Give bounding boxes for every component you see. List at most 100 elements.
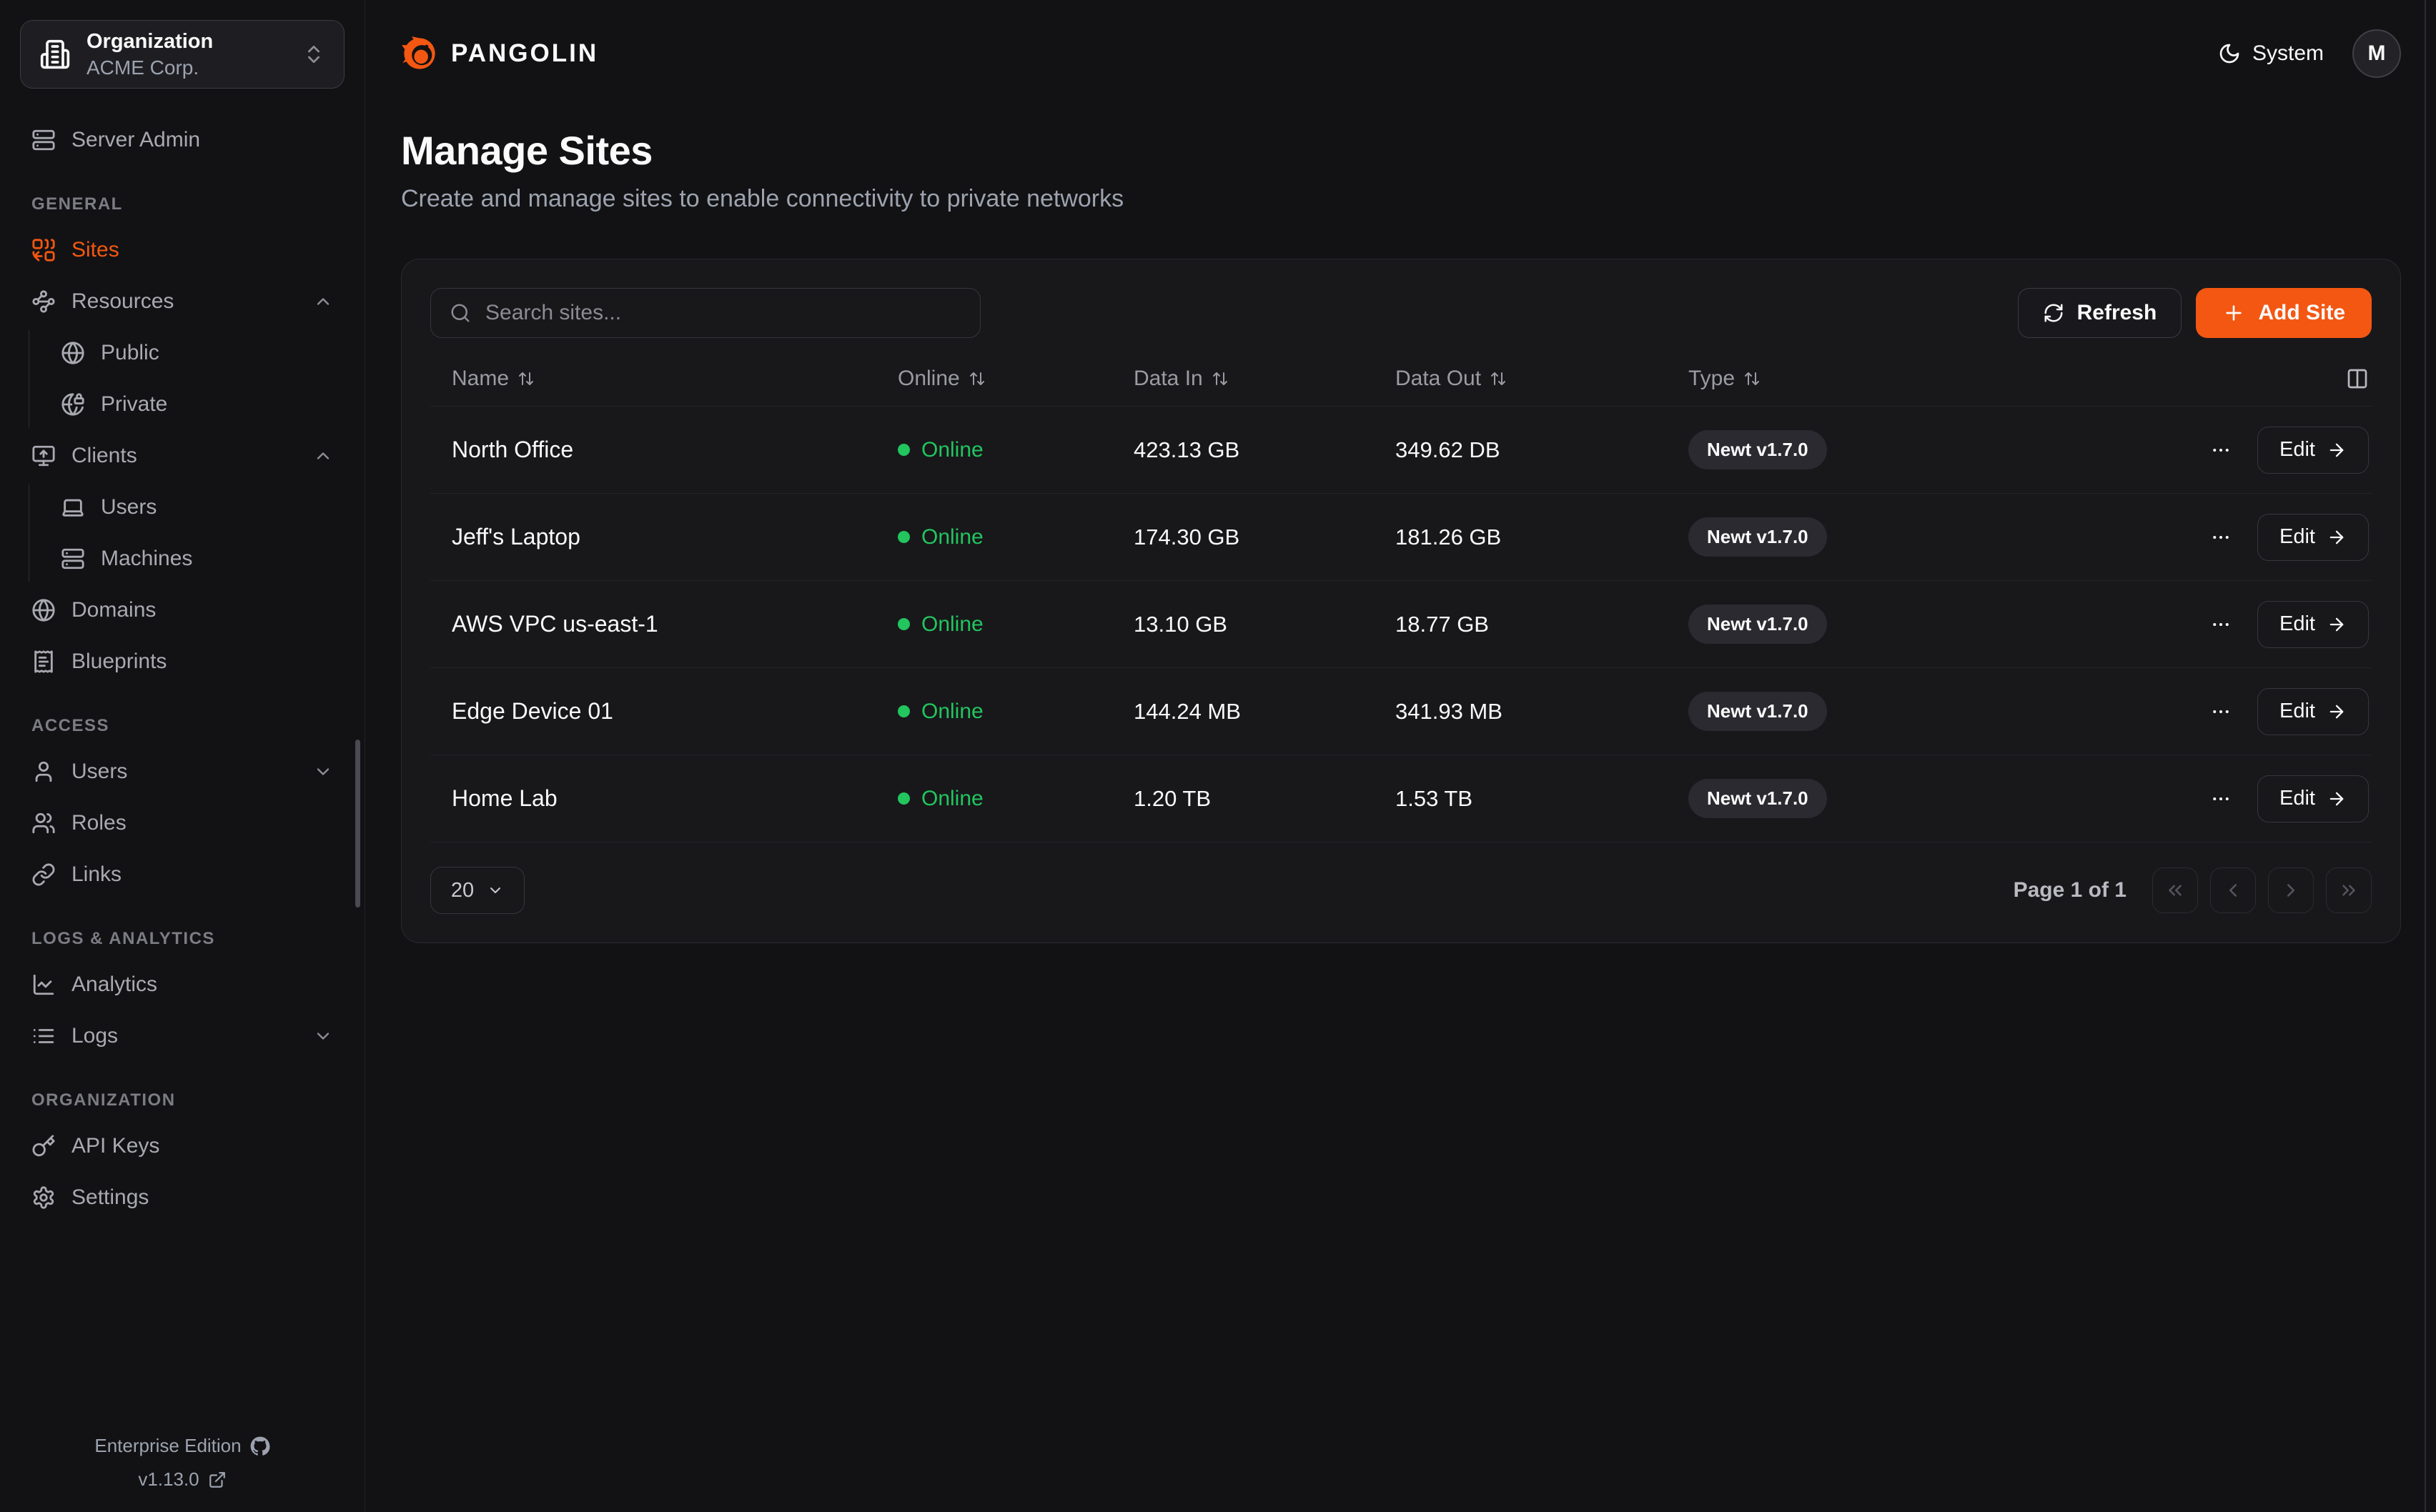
sidebar-item-domains[interactable]: Domains	[20, 587, 345, 633]
row-actions: Edit	[2024, 427, 2372, 474]
sidebar-item-private[interactable]: Private	[61, 382, 345, 427]
topbar: PANGOLIN System M	[401, 0, 2401, 107]
row-menu-button[interactable]	[2203, 607, 2239, 642]
last-page-button[interactable]	[2326, 867, 2372, 913]
plus-icon	[2222, 302, 2245, 324]
card-toolbar: Refresh Add Site	[430, 288, 2372, 338]
column-header-name[interactable]: Name	[430, 367, 876, 391]
arrow-right-icon	[2327, 615, 2347, 635]
section-heading-access: ACCESS	[31, 716, 345, 736]
refresh-button[interactable]: Refresh	[2018, 288, 2182, 338]
sidebar-item-label: Resources	[71, 289, 297, 314]
version-link[interactable]: v1.13.0	[138, 1468, 226, 1491]
org-selector[interactable]: Organization ACME Corp.	[20, 20, 345, 89]
previous-page-button[interactable]	[2210, 867, 2256, 913]
edition-link[interactable]: Enterprise Edition	[94, 1435, 269, 1457]
edit-button[interactable]: Edit	[2257, 688, 2369, 735]
table-row: AWS VPC us-east-1 Online 13.10 GB 18.77 …	[430, 581, 2372, 668]
search-input[interactable]	[485, 301, 961, 325]
sidebar-item-logs[interactable]: Logs	[20, 1013, 345, 1059]
sidebar-item-label: Settings	[71, 1185, 333, 1210]
type-badge: Newt v1.7.0	[1688, 517, 1827, 557]
online-label: Online	[921, 438, 984, 462]
edit-button[interactable]: Edit	[2257, 775, 2369, 822]
sidebar-item-roles[interactable]: Roles	[20, 800, 345, 846]
row-menu-button[interactable]	[2203, 432, 2239, 468]
sidebar-item-server-admin[interactable]: Server Admin	[20, 117, 345, 163]
column-label: Name	[452, 367, 509, 391]
site-type: Newt v1.7.0	[1667, 605, 2024, 644]
column-header-data-in[interactable]: Data In	[1112, 367, 1374, 391]
column-label: Data Out	[1395, 367, 1481, 391]
waypoints-icon	[31, 289, 56, 314]
sidebar-item-api-keys[interactable]: API Keys	[20, 1123, 345, 1169]
sidebar-item-blueprints[interactable]: Blueprints	[20, 639, 345, 685]
column-header-data-out[interactable]: Data Out	[1374, 367, 1667, 391]
site-type: Newt v1.7.0	[1667, 430, 2024, 469]
globe-icon	[61, 341, 85, 365]
sidebar-item-resources[interactable]: Resources	[20, 279, 345, 324]
org-selector-value: ACME Corp.	[86, 55, 287, 80]
sidebar-item-clients[interactable]: Clients	[20, 433, 345, 479]
table-row: Edge Device 01 Online 144.24 MB 341.93 M…	[430, 668, 2372, 755]
chevron-up-icon	[313, 292, 333, 312]
avatar[interactable]: M	[2352, 29, 2401, 78]
site-status: Online	[876, 612, 1112, 637]
list-icon	[31, 1024, 56, 1048]
type-badge: Newt v1.7.0	[1688, 605, 1827, 644]
external-link-icon	[208, 1471, 227, 1489]
sidebar-item-public[interactable]: Public	[61, 330, 345, 376]
next-page-button[interactable]	[2268, 867, 2314, 913]
theme-toggle[interactable]: System	[2218, 41, 2324, 66]
sort-icon	[1212, 370, 1229, 387]
columns-icon[interactable]	[2346, 367, 2369, 390]
arrow-right-icon	[2327, 702, 2347, 722]
sidebar-item-label: Users	[71, 760, 297, 784]
online-dot	[898, 618, 910, 630]
sidebar-item-machines[interactable]: Machines	[61, 536, 345, 582]
moon-icon	[2218, 42, 2241, 65]
first-page-button[interactable]	[2152, 867, 2198, 913]
sidebar-scrollbar[interactable]	[355, 740, 360, 907]
site-status: Online	[876, 787, 1112, 811]
sidebar-item-sites[interactable]: Sites	[20, 227, 345, 273]
edit-button[interactable]: Edit	[2257, 601, 2369, 648]
row-menu-button[interactable]	[2203, 781, 2239, 817]
edit-button[interactable]: Edit	[2257, 514, 2369, 561]
sidebar-item-label: Roles	[71, 811, 333, 835]
row-menu-button[interactable]	[2203, 519, 2239, 555]
site-data-out: 181.26 GB	[1374, 524, 1667, 550]
edit-button[interactable]: Edit	[2257, 427, 2369, 474]
main-content: PANGOLIN System M Manage Sites Create an…	[365, 0, 2436, 1512]
site-data-in: 1.20 TB	[1112, 786, 1374, 812]
window-scrollbar-track[interactable]	[2425, 0, 2426, 1512]
add-site-button[interactable]: Add Site	[2196, 288, 2372, 338]
site-name: Edge Device 01	[430, 698, 876, 725]
brand-name: PANGOLIN	[451, 39, 598, 68]
site-name: AWS VPC us-east-1	[430, 611, 876, 637]
sidebar-footer: Enterprise Edition v1.13.0	[0, 1435, 365, 1491]
sidebar-item-analytics[interactable]: Analytics	[20, 962, 345, 1008]
online-label: Online	[921, 700, 984, 724]
users-icon	[31, 811, 56, 835]
column-label: Data In	[1134, 367, 1203, 391]
link-icon	[31, 862, 56, 887]
page-size-select[interactable]: 20	[430, 867, 525, 914]
topbar-right: System M	[2218, 29, 2401, 78]
edit-button-label: Edit	[2279, 700, 2315, 723]
sidebar-item-links[interactable]: Links	[20, 852, 345, 897]
page-head: Manage Sites Create and manage sites to …	[401, 127, 2401, 213]
page-size-value: 20	[451, 879, 474, 902]
sidebar-item-settings[interactable]: Settings	[20, 1175, 345, 1220]
sidebar-item-users[interactable]: Users	[20, 749, 345, 795]
globe-lock-icon	[61, 392, 85, 417]
type-badge: Newt v1.7.0	[1688, 430, 1827, 469]
sidebar-item-client-users[interactable]: Users	[61, 484, 345, 530]
site-name: North Office	[430, 437, 876, 463]
column-header-type[interactable]: Type	[1667, 367, 2024, 391]
online-dot	[898, 705, 910, 717]
row-menu-button[interactable]	[2203, 694, 2239, 730]
chevron-down-icon	[487, 882, 504, 899]
column-header-online[interactable]: Online	[876, 367, 1112, 391]
org-selector-label: Organization	[86, 29, 287, 54]
